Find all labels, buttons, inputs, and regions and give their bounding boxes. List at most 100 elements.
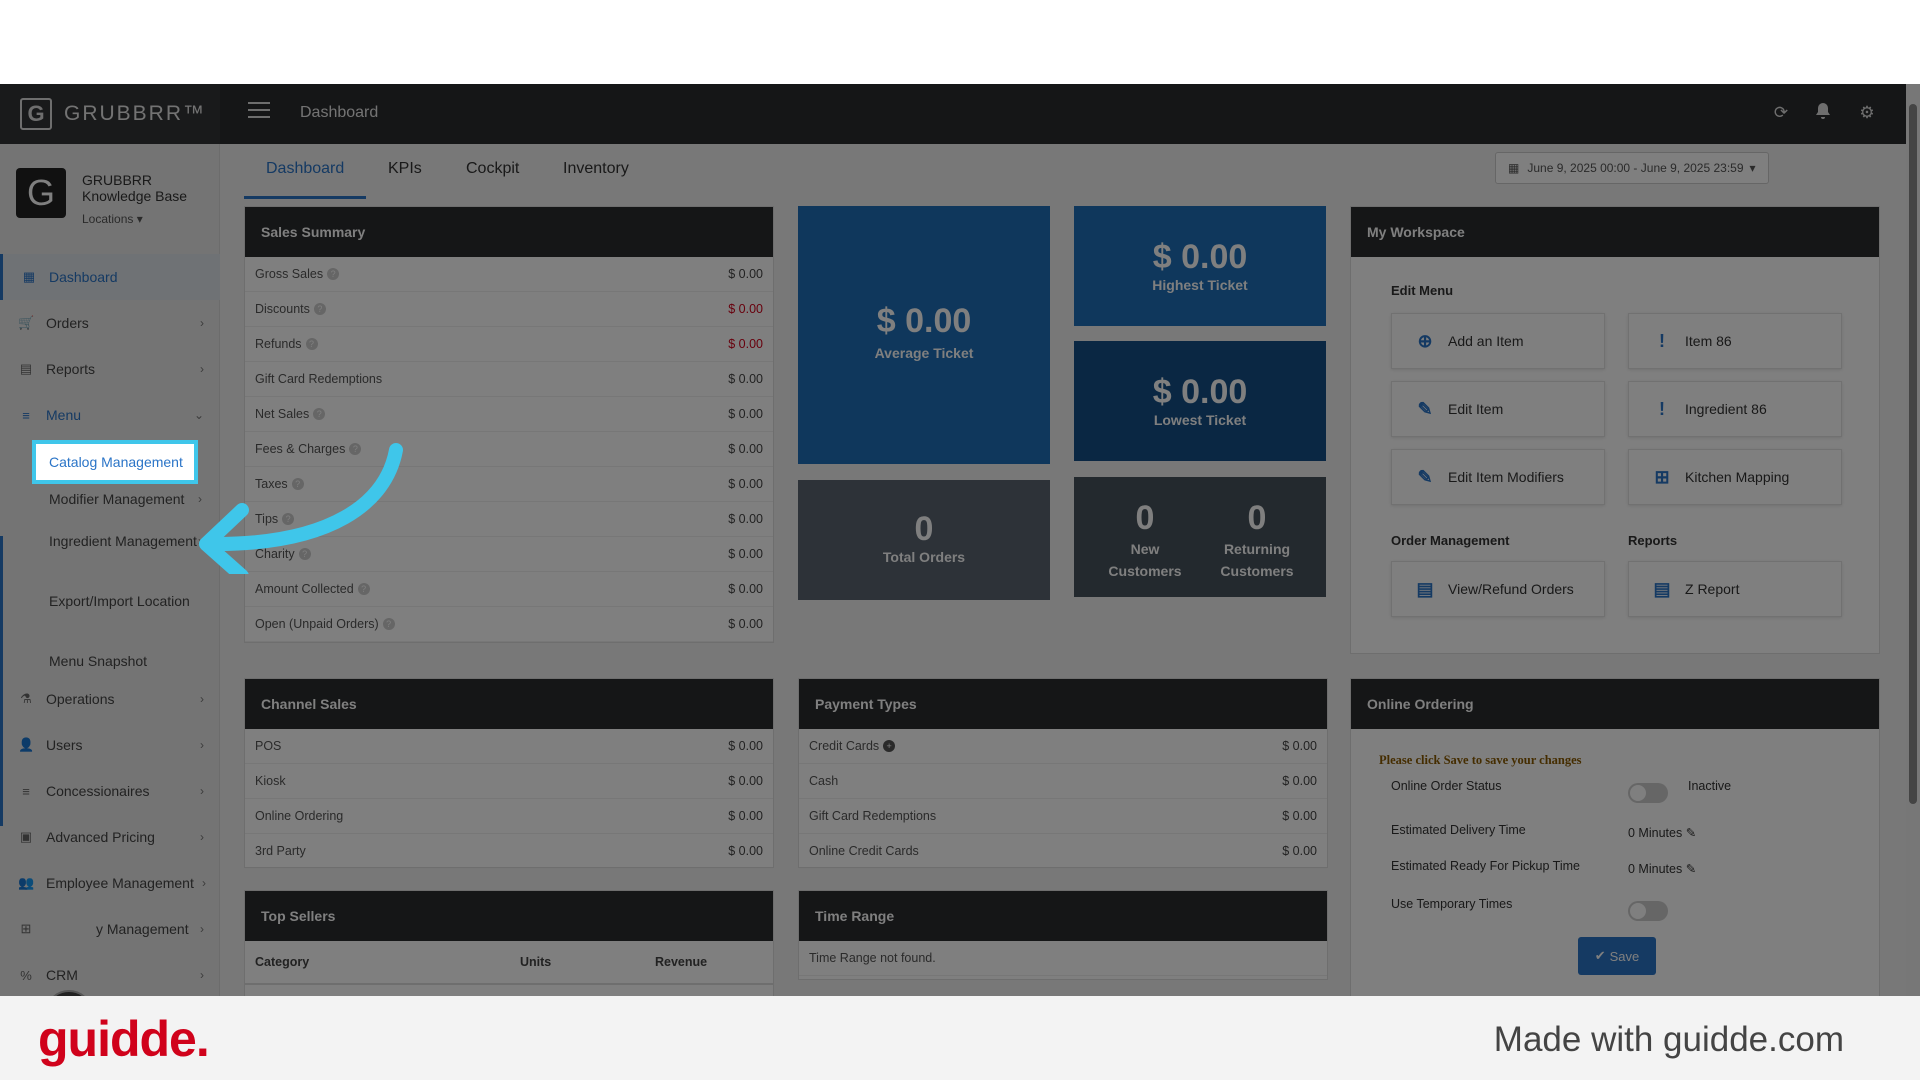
users-icon: 👥 (18, 875, 35, 890)
sidebar-item-crm[interactable]: % CRM › (0, 952, 220, 996)
pencil-icon[interactable]: ✎ (1686, 862, 1696, 876)
row-label: Online Ordering (255, 809, 344, 823)
table-row: Discounts? $ 0.00 (245, 292, 773, 327)
kitchen-mapping-button[interactable]: ⊞ Kitchen Mapping (1628, 449, 1842, 505)
gear-icon[interactable]: ⚙ (1856, 102, 1878, 124)
exclamation-icon: ! (1659, 398, 1665, 419)
ingredient-86-button[interactable]: ! Ingredient 86 (1628, 381, 1842, 437)
submenu-modifier-management[interactable]: Modifier Management › (49, 489, 202, 509)
profile-header: G GRUBBRR Knowledge Base Locations ▾ (0, 144, 219, 254)
row-value: $ 0.00 (1282, 844, 1317, 858)
document-icon: ▤ (1653, 578, 1671, 599)
help-icon[interactable]: ? (313, 303, 326, 315)
help-icon[interactable]: ? (382, 618, 395, 630)
sidebar-item-label: Reports (46, 361, 96, 377)
scrollbar-thumb[interactable] (1909, 104, 1917, 804)
row-value: $ 0.00 (728, 809, 763, 823)
edit-item-button[interactable]: ✎ Edit Item (1391, 381, 1605, 437)
button-label: Kitchen Mapping (1685, 469, 1790, 485)
edit-item-modifiers-button[interactable]: ✎ Edit Item Modifiers (1391, 449, 1605, 505)
row-label: Cash (809, 774, 839, 788)
payment-types-panel: Payment Types Credit Cards + $ 0.00 Cash $ 0… (798, 678, 1328, 869)
submenu-label: Menu Snapshot (49, 653, 148, 669)
submenu-ingredient-management[interactable]: Ingredient Management › (49, 531, 202, 551)
highlighted-catalog-management[interactable]: Catalog Management (32, 440, 198, 484)
online-order-status-toggle[interactable] (1628, 783, 1668, 803)
pickup-time-text: 0 Minutes (1628, 862, 1683, 876)
pencil-icon: ✎ (1417, 466, 1433, 487)
total-orders-tile: 0 Total Orders (798, 480, 1050, 600)
pointer-arrow-icon (199, 443, 403, 574)
sidebar-item-orders[interactable]: 🛒 Orders › (0, 300, 220, 346)
sidebar-item-reports[interactable]: ▤ Reports › (0, 346, 220, 392)
locations-label: Locations (82, 212, 134, 226)
pencil-icon[interactable]: ✎ (1686, 826, 1696, 840)
vertical-scrollbar[interactable] (1906, 84, 1920, 996)
table-row: Amount Collected? $ 0.00 (245, 572, 773, 607)
row-value: $ 0.00 (1282, 809, 1317, 823)
help-icon[interactable]: ? (305, 338, 318, 350)
bell-icon[interactable] (1812, 102, 1834, 124)
add-item-button[interactable]: ⊕ Add an Item (1391, 313, 1605, 369)
date-range-picker[interactable]: ▦ June 9, 2025 00:00 - June 9, 2025 23:59… (1495, 152, 1769, 184)
help-icon[interactable]: ? (357, 583, 370, 595)
hamburger-menu-icon[interactable] (248, 102, 270, 120)
footer-bar: guidde. Made with guidde.com (0, 996, 1920, 1080)
refresh-icon[interactable]: ⟳ (1770, 102, 1792, 124)
row-label: 3rd Party (255, 844, 306, 858)
sidebar-item-dashboard[interactable]: ▦ Dashboard (0, 254, 220, 300)
row-label: Open (Unpaid Orders) (255, 617, 379, 631)
expand-plus-icon[interactable]: + (883, 740, 896, 752)
sidebar-item-concessionaires[interactable]: ≡ Concessionaires › (0, 768, 220, 814)
view-refund-orders-button[interactable]: ▤ View/Refund Orders (1391, 561, 1605, 617)
document-icon: ▤ (1416, 578, 1434, 599)
tab-kpis[interactable]: KPIs (388, 160, 422, 178)
top-bar: G GRUBBRR™ Dashboard ⟳ ⚙ (0, 84, 1920, 144)
save-button[interactable]: ✔ Save (1578, 937, 1656, 975)
submenu-menu-snapshot[interactable]: Menu Snapshot (49, 651, 199, 671)
highest-ticket-tile: $ 0.00 Highest Ticket (1074, 206, 1326, 326)
panel-title: Top Sellers (245, 891, 773, 941)
row-value: $ 0.00 (728, 739, 763, 753)
column-category: Category (255, 955, 310, 969)
pickup-time-value: 0 Minutes ✎ (1628, 861, 1696, 876)
save-notice: Please click Save to save your changes (1379, 753, 1582, 767)
average-ticket-value: $ 0.00 (876, 302, 972, 340)
chevron-right-icon: › (200, 316, 204, 330)
highest-ticket-value: $ 0.00 (1152, 238, 1248, 276)
brand-logo[interactable]: G GRUBBRR™ (0, 84, 220, 144)
report-icon: ▤ (19, 361, 33, 376)
tab-cockpit[interactable]: Cockpit (466, 160, 519, 178)
row-label: Refunds (255, 337, 302, 351)
sidebar-item-users[interactable]: 👤 Users › (0, 722, 220, 768)
sidebar-item-operations[interactable]: ⚗ Operations › (0, 676, 220, 722)
calendar-icon: ▦ (1508, 161, 1520, 175)
table-row: Credit Cards + $ 0.00 (799, 729, 1327, 764)
brand-name: GRUBBRR™ (64, 102, 207, 125)
sidebar-item-advanced-pricing[interactable]: ▣ Advanced Pricing › (0, 814, 220, 860)
table-header-row: Category Units Revenue (245, 941, 773, 985)
chevron-right-icon: › (200, 922, 204, 936)
top-sellers-panel: Top Sellers Category Units Revenue (244, 890, 774, 996)
sidebar-item-menu[interactable]: ≡ Menu ⌄ (0, 392, 220, 438)
row-label: Gift Card Redemptions (809, 809, 937, 823)
help-icon[interactable]: ? (327, 268, 340, 280)
z-report-button[interactable]: ▤ Z Report (1628, 561, 1842, 617)
temporary-times-toggle[interactable] (1628, 901, 1668, 921)
sidebar: G GRUBBRR Knowledge Base Locations ▾ ▦ Da… (0, 144, 220, 996)
submenu-export-import[interactable]: Export/Import Location (49, 591, 199, 611)
locations-dropdown[interactable]: Locations ▾ (82, 212, 143, 226)
item-86-button[interactable]: ! Item 86 (1628, 313, 1842, 369)
tab-dashboard[interactable]: Dashboard (266, 160, 344, 178)
row-value: $ 0.00 (728, 267, 763, 281)
tab-inventory[interactable]: Inventory (563, 160, 629, 178)
table-row: 3rd Party $ 0.00 (245, 834, 773, 869)
button-label: Edit Item Modifiers (1448, 469, 1564, 485)
made-with-text: Made with guidde.com (1493, 1020, 1844, 1059)
sidebar-item-employee-management[interactable]: 👥 Employee Management › (0, 860, 220, 906)
row-label: Discounts (255, 302, 310, 316)
sidebar-item-hierarchy-management[interactable]: ⊞ y Management › (0, 906, 220, 952)
account-name: GRUBBRR Knowledge Base (82, 172, 188, 204)
sidebar-item-label: Concessionaires (46, 783, 150, 799)
dashboard-icon: ▦ (22, 269, 36, 284)
